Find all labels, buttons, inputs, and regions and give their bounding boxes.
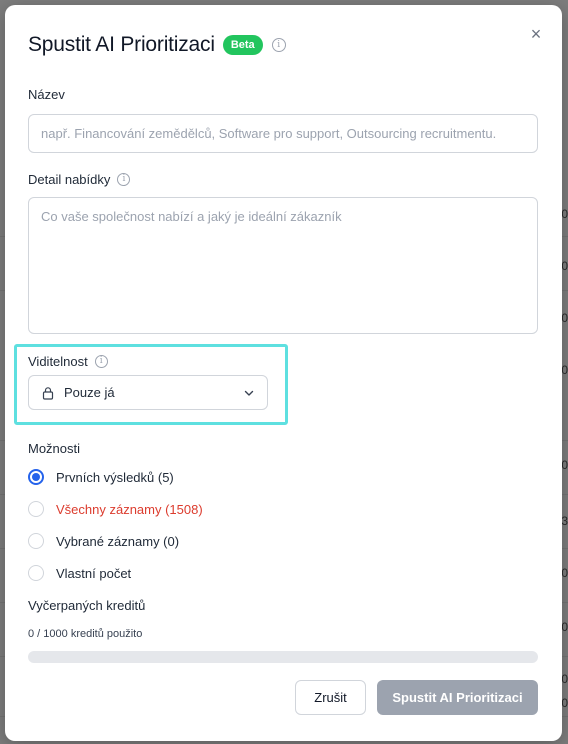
info-icon[interactable]: i [94, 355, 108, 368]
credits-label: Vyčerpaných kreditů [28, 598, 145, 613]
name-label-text: Název [28, 87, 65, 102]
background-cell-text: 0 [561, 207, 568, 221]
radio-button[interactable] [28, 533, 44, 549]
radio-button[interactable] [28, 469, 44, 485]
credits-usage-text: 0 / 1000 kreditů použito [28, 628, 143, 640]
option-first-results[interactable]: Prvních výsledků (5) [28, 469, 174, 485]
background-cell-text: 0 [561, 363, 568, 377]
dialog-header: Spustit AI Prioritizaci Beta i [28, 33, 286, 57]
option-custom-count[interactable]: Vlastní počet [28, 565, 131, 581]
background-cell-text: 0 [561, 259, 568, 273]
option-label: Prvních výsledků (5) [56, 469, 174, 485]
info-icon[interactable]: i [271, 38, 286, 52]
credits-label-text: Vyčerpaných kreditů [28, 598, 146, 613]
background-cell-text: 0 [561, 696, 568, 710]
option-selected-records[interactable]: Vybrané záznamy (0) [28, 533, 179, 549]
background-cell-text: 0 [561, 620, 568, 634]
option-label: Vlastní počet [56, 565, 132, 581]
option-label: Vybrané záznamy (0) [56, 533, 180, 549]
ai-prioritization-dialog: Spustit AI Prioritizaci Beta i × Název n… [5, 5, 562, 741]
run-ai-prioritization-button[interactable]: Spustit AI Prioritizaci [377, 680, 538, 715]
option-all-records[interactable]: Všechny záznamy (1508) [28, 501, 203, 517]
name-input[interactable]: např. Financování zemědělců, Software pr… [28, 114, 538, 153]
radio-button[interactable] [28, 565, 44, 581]
background-cell-text: 0 [561, 311, 568, 325]
lock-icon [42, 386, 54, 400]
options-label: Možnosti [28, 441, 80, 456]
background-cell-text: 0 [561, 458, 568, 472]
cancel-button[interactable]: Zrušit [295, 680, 366, 715]
visibility-value: Pouze já [64, 385, 115, 400]
close-icon[interactable]: × [527, 25, 545, 43]
option-label: Všechny záznamy (1508) [56, 501, 203, 517]
radio-button[interactable] [28, 501, 44, 517]
visibility-label-text: Viditelnost [28, 354, 88, 369]
visibility-label: Viditelnost i [28, 354, 108, 369]
name-label: Název [28, 87, 65, 102]
dialog-title: Spustit AI Prioritizaci [28, 33, 215, 56]
chevron-down-icon [244, 390, 254, 396]
visibility-select[interactable]: Pouze já [28, 375, 268, 410]
detail-label: Detail nabídky i [28, 172, 131, 187]
detail-textarea[interactable]: Co vaše společnost nabízí a jaký je ideá… [28, 197, 538, 334]
options-label-text: Možnosti [28, 441, 81, 456]
background-cell-text: 0 [561, 566, 568, 580]
credits-progress-bar [28, 651, 538, 663]
beta-badge: Beta [222, 35, 263, 55]
detail-label-text: Detail nabídky [28, 172, 111, 187]
background-cell-text: 0 [561, 672, 568, 686]
background-cell-text: 3 [561, 514, 568, 528]
info-icon[interactable]: i [117, 173, 131, 186]
